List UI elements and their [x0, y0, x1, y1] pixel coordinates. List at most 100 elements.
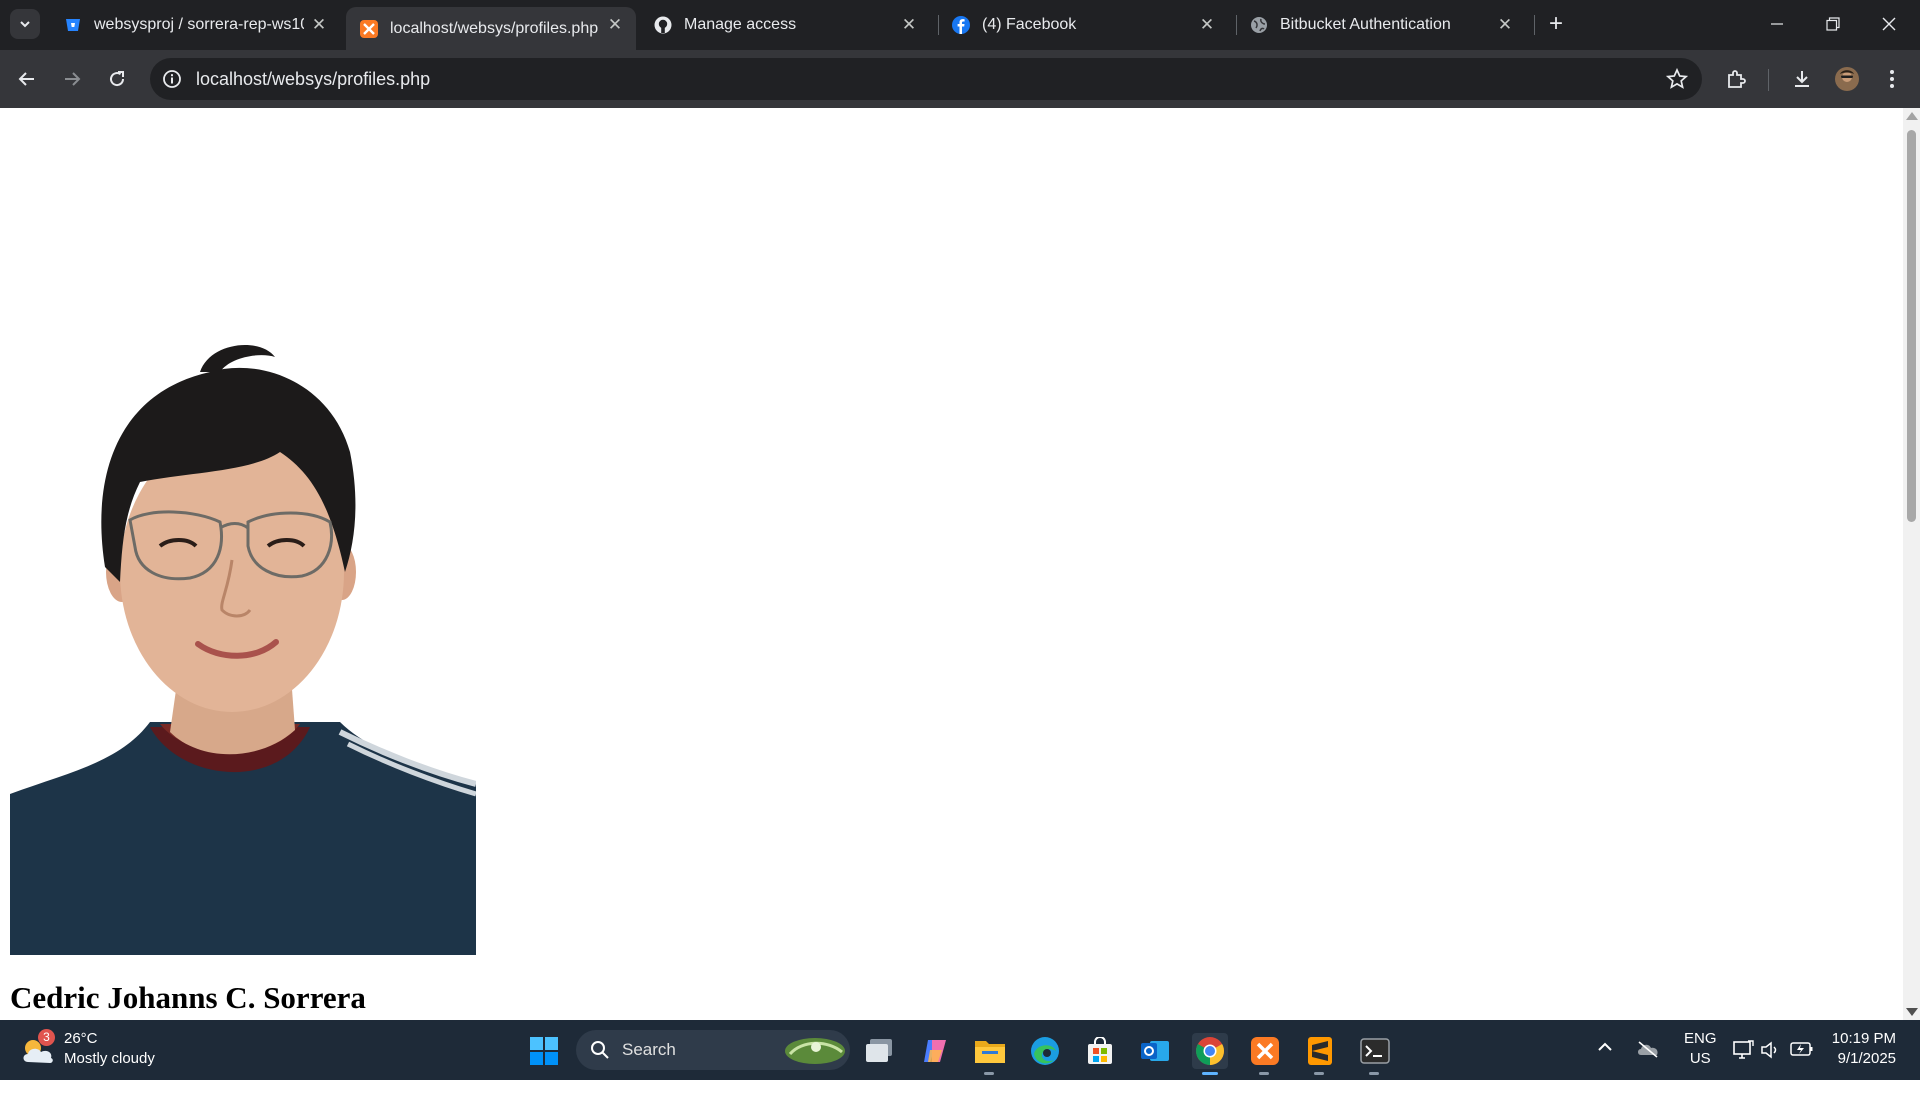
- forward-button[interactable]: [56, 63, 88, 95]
- tab-manage-access[interactable]: Manage access ✕: [640, 7, 930, 43]
- network-status[interactable]: [1732, 1040, 1754, 1100]
- tab-title: (4) Facebook: [982, 16, 1077, 33]
- bitbucket-icon: [64, 16, 82, 34]
- github-icon: [654, 16, 672, 34]
- arrow-left-icon: [18, 72, 34, 86]
- running-indicator: [984, 1072, 994, 1075]
- restore-icon: [1826, 17, 1840, 31]
- tab-profiles-page[interactable]: localhost/websys/profiles.php ✕: [346, 7, 636, 50]
- new-tab-button[interactable]: +: [1542, 11, 1570, 39]
- copilot-icon: [924, 1040, 946, 1062]
- vertical-scrollbar[interactable]: [1903, 108, 1920, 1020]
- scroll-down-icon[interactable]: [1906, 1008, 1918, 1016]
- xampp-button[interactable]: [1247, 1033, 1283, 1075]
- task-view-button[interactable]: [862, 1033, 898, 1069]
- sublime-text-button[interactable]: [1302, 1033, 1338, 1075]
- start-button[interactable]: [526, 1033, 562, 1069]
- puzzle-icon: [1728, 70, 1746, 88]
- folder-icon: [975, 1041, 1005, 1063]
- close-tab-icon[interactable]: ✕: [1496, 16, 1514, 34]
- scrollbar-thumb[interactable]: [1907, 130, 1916, 522]
- battery-status[interactable]: [1790, 1041, 1814, 1101]
- search-icon: [591, 1041, 609, 1059]
- menu-button[interactable]: [1876, 63, 1908, 95]
- close-tab-icon[interactable]: ✕: [1198, 16, 1216, 34]
- running-indicator: [1369, 1072, 1379, 1075]
- store-button[interactable]: [1082, 1033, 1118, 1069]
- close-tab-icon[interactable]: ✕: [606, 16, 624, 34]
- taskbar-search[interactable]: Search: [576, 1030, 850, 1070]
- reload-icon: [110, 71, 125, 87]
- close-icon: [1882, 17, 1896, 31]
- chevron-up-icon: [1598, 1042, 1612, 1051]
- site-info-icon[interactable]: [162, 69, 182, 89]
- facebook-icon: [952, 16, 970, 34]
- input-language-indicator[interactable]: ENG US: [1684, 1029, 1717, 1089]
- edge-button[interactable]: [1027, 1033, 1063, 1069]
- tab-bitbucket-repo[interactable]: websysproj / sorrera-rep-ws101 ✕: [50, 7, 340, 43]
- arrow-right-icon: [65, 72, 81, 86]
- system-clock[interactable]: 10:19 PM 9/1/2025: [1830, 1029, 1896, 1089]
- network-icon: [1733, 1040, 1754, 1059]
- profile-photo: [10, 345, 476, 955]
- sublime-icon: [1308, 1037, 1332, 1065]
- language-code: ENG: [1684, 1030, 1717, 1047]
- xampp-icon: [360, 19, 378, 38]
- weather-condition: Mostly cloudy: [64, 1050, 155, 1067]
- scroll-up-icon[interactable]: [1906, 112, 1918, 120]
- address-bar[interactable]: localhost/websys/profiles.php: [150, 58, 1702, 100]
- weather-widget[interactable]: 3 26°C Mostly cloudy: [20, 1028, 190, 1072]
- tab-search-button[interactable]: [10, 9, 40, 39]
- tab-title: localhost/websys/profiles.php: [390, 19, 599, 37]
- tab-title: websysproj / sorrera-rep-ws101: [94, 16, 304, 33]
- xampp-icon: [1251, 1037, 1279, 1065]
- weather-alert-badge: 3: [38, 1029, 55, 1046]
- avatar: [1835, 67, 1859, 91]
- url-text[interactable]: localhost/websys/profiles.php: [196, 58, 430, 100]
- search-label: Search: [622, 1040, 676, 1059]
- browser-toolbar: localhost/websys/profiles.php: [0, 50, 1920, 108]
- volume-status[interactable]: [1760, 1041, 1780, 1101]
- task-view-icon: [866, 1039, 892, 1062]
- onedrive-offline-icon: [1638, 1041, 1658, 1058]
- profile-button[interactable]: [1831, 63, 1863, 95]
- minimize-button[interactable]: [1762, 10, 1792, 40]
- onedrive-tray[interactable]: [1636, 1040, 1660, 1100]
- close-tab-icon[interactable]: ✕: [900, 16, 918, 34]
- terminal-icon: [1360, 1038, 1390, 1064]
- store-icon: [1088, 1037, 1112, 1064]
- battery-charging-icon: [1790, 1042, 1813, 1056]
- close-tab-icon[interactable]: ✕: [310, 16, 328, 34]
- windows-icon: [530, 1037, 558, 1065]
- terminal-button[interactable]: [1357, 1033, 1393, 1075]
- search-highlight-icon: [785, 1038, 845, 1064]
- edge-icon: [1031, 1037, 1059, 1065]
- bookmark-star-icon[interactable]: [1666, 68, 1688, 90]
- reload-button[interactable]: [101, 63, 133, 95]
- downloads-button[interactable]: [1786, 63, 1818, 95]
- restore-button[interactable]: [1818, 10, 1848, 40]
- show-hidden-icons-button[interactable]: [1596, 1038, 1614, 1098]
- download-icon: [1795, 71, 1809, 87]
- clock-date: 9/1/2025: [1837, 1050, 1896, 1067]
- toolbar-separator: [1768, 69, 1769, 91]
- tab-strip: websysproj / sorrera-rep-ws101 ✕ localho…: [0, 0, 1920, 50]
- page-viewport: Cedric Johanns C. Sorrera: [0, 108, 1920, 1020]
- more-vert-icon: [1890, 70, 1894, 88]
- close-window-button[interactable]: [1874, 10, 1904, 40]
- tab-bitbucket-auth[interactable]: Bitbucket Authentication ✕: [1236, 7, 1526, 43]
- taskbar: 3 26°C Mostly cloudy Search ENG US 10:19…: [0, 1020, 1920, 1080]
- chrome-button[interactable]: [1192, 1033, 1228, 1075]
- tab-title: Bitbucket Authentication: [1280, 16, 1451, 33]
- language-region: US: [1689, 1050, 1711, 1067]
- back-button[interactable]: [11, 63, 43, 95]
- file-explorer-button[interactable]: [972, 1033, 1008, 1075]
- running-indicator: [1314, 1072, 1324, 1075]
- tab-facebook[interactable]: (4) Facebook ✕: [938, 7, 1228, 43]
- extensions-button[interactable]: [1720, 63, 1752, 95]
- tab-title: Manage access: [684, 16, 797, 33]
- copilot-button[interactable]: [917, 1033, 953, 1069]
- minimize-icon: [1771, 23, 1783, 25]
- volume-icon: [1761, 1041, 1777, 1059]
- outlook-button[interactable]: [1137, 1033, 1173, 1069]
